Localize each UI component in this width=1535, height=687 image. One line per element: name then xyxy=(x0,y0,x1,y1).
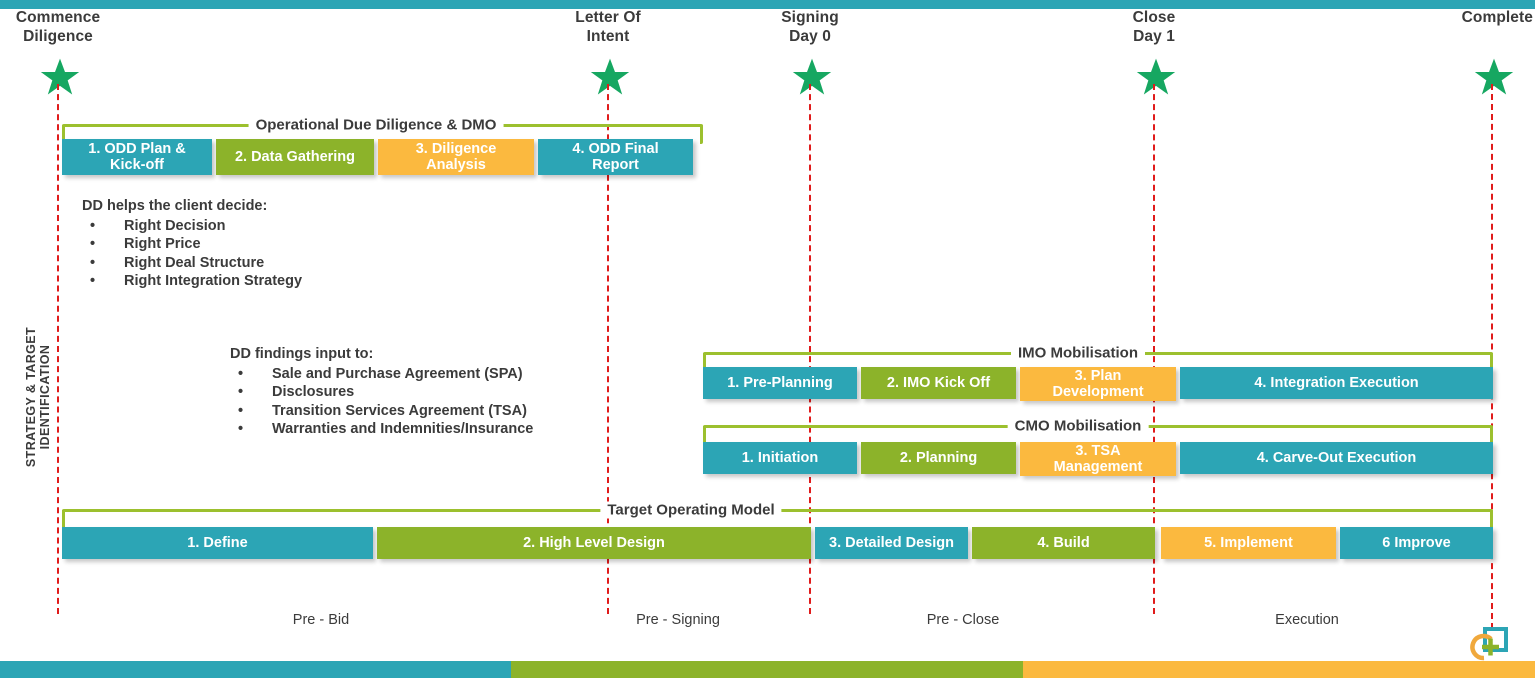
process-bar[interactable]: 6 Improve xyxy=(1340,527,1493,559)
process-bar[interactable]: 1. Initiation xyxy=(703,442,857,474)
diagram-canvas: STRATEGY & TARGET IDENTIFICATION Commenc… xyxy=(0,0,1535,687)
track-title-1: IMO Mobilisation xyxy=(1011,344,1145,362)
note-list-item: Transition Services Agreement (TSA) xyxy=(230,402,533,421)
milestone-label-3: Close Day 1 xyxy=(1132,9,1176,45)
milestone-guideline-0 xyxy=(57,84,59,614)
bottom-strip-green xyxy=(511,661,1023,678)
note-heading: DD helps the client decide: xyxy=(82,198,268,214)
note-list-item: Disclosures xyxy=(230,383,533,402)
phase-label-3: Execution xyxy=(1275,612,1339,628)
note-block-0: DD helps the client decide: Right Decisio… xyxy=(82,197,302,291)
note-list-item: Warranties and Indemnities/Insurance xyxy=(230,420,533,439)
process-bar[interactable]: 4. Build xyxy=(972,527,1155,559)
top-accent-bar xyxy=(0,0,1535,9)
process-bar[interactable]: 1. ODD Plan & Kick-off xyxy=(62,139,212,175)
note-list-item: Right Price xyxy=(82,235,302,254)
process-bar[interactable]: 3. Detailed Design xyxy=(815,527,968,559)
process-bar[interactable]: 3. Diligence Analysis xyxy=(378,139,534,175)
bottom-strip-teal xyxy=(0,661,511,678)
milestone-label-4: Complete xyxy=(1461,9,1533,26)
note-block-1: DD findings input to: Sale and Purchase A… xyxy=(230,345,533,439)
bottom-strip-amber xyxy=(1023,661,1535,678)
track-title-2: CMO Mobilisation xyxy=(1007,417,1149,435)
process-bar[interactable]: 1. Define xyxy=(62,527,373,559)
note-list-item: Right Deal Structure xyxy=(82,254,302,273)
process-bar[interactable]: 4. Integration Execution xyxy=(1180,367,1493,399)
note-list-item: Sale and Purchase Agreement (SPA) xyxy=(230,365,533,384)
track-title-3: Target Operating Model xyxy=(600,501,782,519)
process-bar[interactable]: 2. Data Gathering xyxy=(216,139,374,175)
milestone-label-2: Signing Day 0 xyxy=(781,9,839,45)
note-heading: DD findings input to: xyxy=(230,346,374,362)
process-bar[interactable]: 2. Planning xyxy=(861,442,1016,474)
phase-label-0: Pre - Bid xyxy=(292,612,350,628)
note-list: Sale and Purchase Agreement (SPA)Disclos… xyxy=(230,365,533,439)
process-bar[interactable]: 2. IMO Kick Off xyxy=(861,367,1016,399)
milestone-label-1: Letter Of Intent xyxy=(575,9,641,45)
milestone-label-0: Commence Diligence xyxy=(15,9,101,45)
process-bar[interactable]: 4. ODD Final Report xyxy=(538,139,693,175)
process-bar[interactable]: 2. High Level Design xyxy=(377,527,811,559)
phase-label-2: Pre - Close xyxy=(926,612,1000,628)
note-list-item: Right Decision xyxy=(82,217,302,236)
note-list: Right DecisionRight PriceRight Deal Stru… xyxy=(82,217,302,291)
process-bar[interactable]: 5. Implement xyxy=(1161,527,1336,559)
process-bar[interactable]: 4. Carve-Out Execution xyxy=(1180,442,1493,474)
process-bar[interactable]: 3. TSA Management xyxy=(1020,442,1176,476)
process-bar[interactable]: 3. Plan Development xyxy=(1020,367,1176,401)
side-caption: STRATEGY & TARGET IDENTIFICATION xyxy=(24,326,52,468)
note-list-item: Right Integration Strategy xyxy=(82,272,302,291)
process-bar[interactable]: 1. Pre-Planning xyxy=(703,367,857,399)
track-title-0: Operational Due Diligence & DMO xyxy=(248,116,504,134)
bottom-white-line xyxy=(0,678,1535,687)
phase-label-1: Pre - Signing xyxy=(636,612,720,628)
